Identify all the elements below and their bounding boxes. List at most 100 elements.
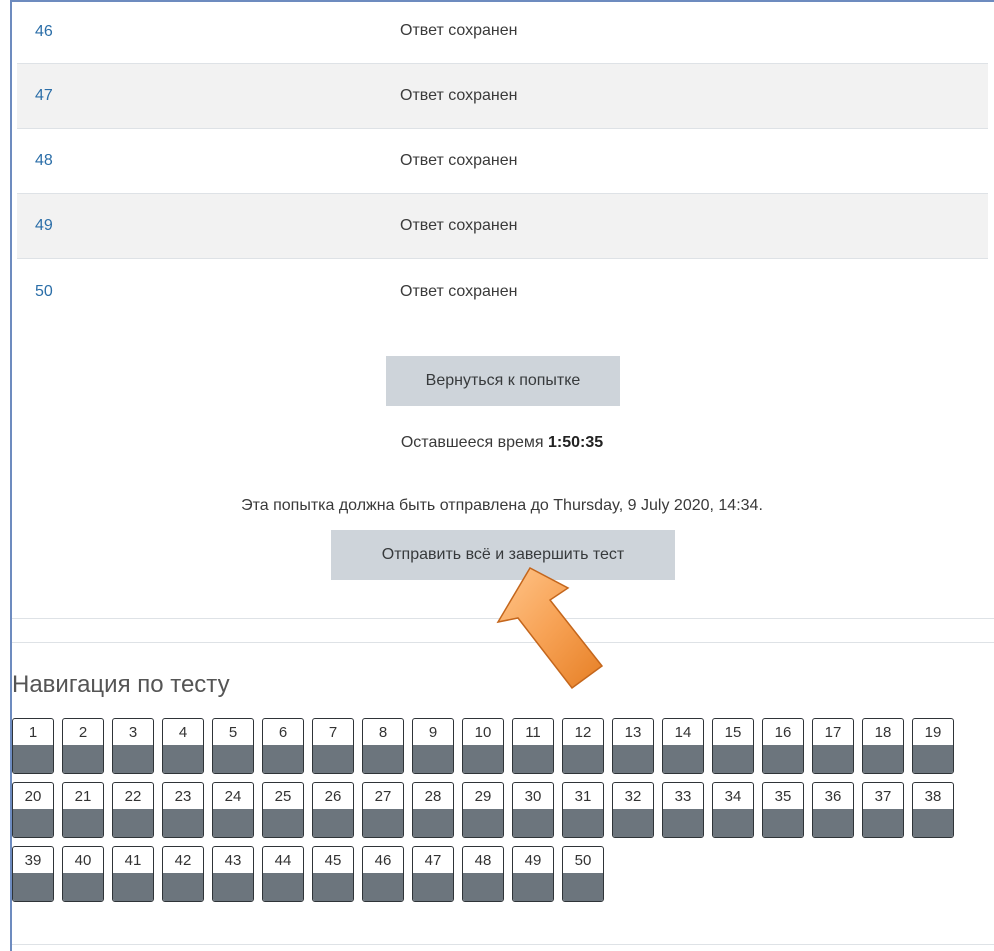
answered-indicator (513, 873, 553, 901)
nav-question-button[interactable]: 2 (62, 718, 104, 774)
nav-question-button[interactable]: 6 (262, 718, 304, 774)
table-row: 47 Ответ сохранен (17, 64, 988, 129)
answered-indicator (913, 809, 953, 837)
answered-indicator (263, 745, 303, 773)
nav-question-button[interactable]: 17 (812, 718, 854, 774)
return-to-attempt-button[interactable]: Вернуться к попытке (386, 356, 620, 406)
nav-question-button[interactable]: 23 (162, 782, 204, 838)
question-link-46[interactable]: 46 (35, 23, 53, 41)
pointer-arrow-icon (496, 567, 604, 690)
answered-indicator (613, 809, 653, 837)
nav-question-button[interactable]: 28 (412, 782, 454, 838)
nav-question-button[interactable]: 45 (312, 846, 354, 902)
nav-question-button[interactable]: 27 (362, 782, 404, 838)
answered-indicator (213, 745, 253, 773)
nav-question-button[interactable]: 35 (762, 782, 804, 838)
nav-question-number: 16 (774, 723, 792, 741)
nav-question-number: 3 (128, 723, 138, 741)
answered-indicator (663, 809, 703, 837)
nav-question-button[interactable]: 3 (112, 718, 154, 774)
question-link-48[interactable]: 48 (35, 152, 53, 170)
nav-question-number: 49 (524, 851, 542, 869)
nav-question-number: 14 (674, 723, 692, 741)
nav-question-button[interactable]: 20 (12, 782, 54, 838)
nav-question-number: 7 (328, 723, 338, 741)
time-remaining-label: Оставшееся время (400, 434, 544, 451)
nav-question-button[interactable]: 10 (462, 718, 504, 774)
nav-question-button[interactable]: 39 (12, 846, 54, 902)
nav-question-number: 19 (924, 723, 942, 741)
nav-question-number: 33 (674, 787, 692, 805)
nav-question-button[interactable]: 18 (862, 718, 904, 774)
question-link-47[interactable]: 47 (35, 87, 53, 105)
question-link-49[interactable]: 49 (35, 217, 53, 235)
nav-question-button[interactable]: 21 (62, 782, 104, 838)
nav-question-number: 28 (424, 787, 442, 805)
nav-question-button[interactable]: 30 (512, 782, 554, 838)
nav-question-button[interactable]: 46 (362, 846, 404, 902)
answered-indicator (313, 809, 353, 837)
nav-question-button[interactable]: 24 (212, 782, 254, 838)
nav-question-button[interactable]: 13 (612, 718, 654, 774)
time-remaining-value: 1:50:35 (548, 434, 604, 451)
nav-question-button[interactable]: 19 (912, 718, 954, 774)
nav-question-number: 12 (574, 723, 592, 741)
question-link-50[interactable]: 50 (35, 283, 53, 301)
nav-question-number: 11 (525, 723, 541, 741)
nav-question-number: 32 (624, 787, 642, 805)
question-status: Ответ сохранен (400, 87, 518, 104)
due-date-text: Эта попытка должна быть отправлена до Th… (241, 497, 763, 514)
nav-question-button[interactable]: 25 (262, 782, 304, 838)
nav-question-number: 6 (278, 723, 288, 741)
nav-question-button[interactable]: 7 (312, 718, 354, 774)
nav-question-button[interactable]: 32 (612, 782, 654, 838)
nav-question-button[interactable]: 42 (162, 846, 204, 902)
answered-indicator (563, 745, 603, 773)
nav-question-button[interactable]: 40 (62, 846, 104, 902)
nav-question-button[interactable]: 49 (512, 846, 554, 902)
nav-question-button[interactable]: 4 (162, 718, 204, 774)
nav-question-number: 38 (924, 787, 942, 805)
nav-question-button[interactable]: 43 (212, 846, 254, 902)
answered-indicator (113, 745, 153, 773)
nav-question-button[interactable]: 41 (112, 846, 154, 902)
answered-indicator (513, 809, 553, 837)
nav-question-button[interactable]: 36 (812, 782, 854, 838)
nav-question-button[interactable]: 47 (412, 846, 454, 902)
answered-indicator (163, 809, 203, 837)
answered-indicator (63, 873, 103, 901)
nav-question-button[interactable]: 44 (262, 846, 304, 902)
nav-question-button[interactable]: 33 (662, 782, 704, 838)
nav-question-button[interactable]: 15 (712, 718, 754, 774)
nav-question-button[interactable]: 29 (462, 782, 504, 838)
nav-question-button[interactable]: 11 (512, 718, 554, 774)
nav-question-button[interactable]: 22 (112, 782, 154, 838)
answered-indicator (63, 745, 103, 773)
nav-question-button[interactable]: 14 (662, 718, 704, 774)
nav-question-button[interactable]: 50 (562, 846, 604, 902)
nav-question-button[interactable]: 12 (562, 718, 604, 774)
nav-question-number: 48 (474, 851, 492, 869)
nav-question-button[interactable]: 8 (362, 718, 404, 774)
answered-indicator (163, 745, 203, 773)
nav-question-button[interactable]: 48 (462, 846, 504, 902)
divider (12, 944, 994, 945)
answered-indicator (463, 873, 503, 901)
answered-indicator (113, 873, 153, 901)
nav-question-button[interactable]: 31 (562, 782, 604, 838)
nav-question-number: 26 (324, 787, 342, 805)
answered-indicator (363, 873, 403, 901)
nav-question-button[interactable]: 16 (762, 718, 804, 774)
nav-question-button[interactable]: 1 (12, 718, 54, 774)
nav-question-button[interactable]: 5 (212, 718, 254, 774)
answered-indicator (763, 745, 803, 773)
nav-question-button[interactable]: 34 (712, 782, 754, 838)
answered-indicator (613, 745, 653, 773)
nav-question-number: 35 (774, 787, 792, 805)
nav-question-button[interactable]: 37 (862, 782, 904, 838)
answered-indicator (463, 809, 503, 837)
nav-question-number: 44 (274, 851, 292, 869)
nav-question-button[interactable]: 38 (912, 782, 954, 838)
nav-question-button[interactable]: 9 (412, 718, 454, 774)
nav-question-button[interactable]: 26 (312, 782, 354, 838)
